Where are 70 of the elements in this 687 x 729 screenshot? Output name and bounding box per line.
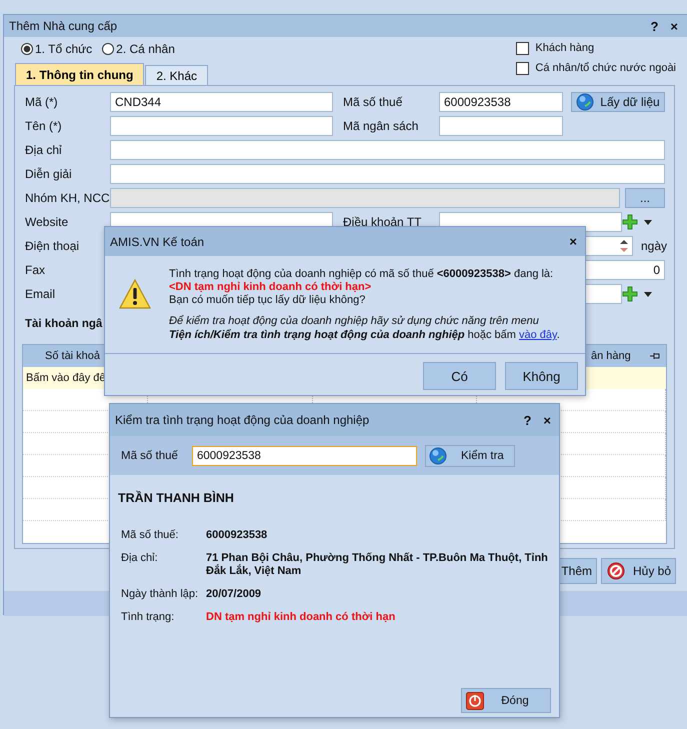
field-label: Nhóm KH, NCC	[25, 191, 110, 205]
field-label: Website	[25, 215, 70, 229]
close-button[interactable]: ×	[569, 234, 577, 249]
field-label: Mã ngân sách	[343, 119, 420, 133]
detail-label: Mã số thuế:	[121, 529, 180, 542]
field-label: Email	[25, 287, 56, 301]
radio-label[interactable]: 1. Tổ chức	[35, 42, 92, 56]
company-name: TRẦN THANH BÌNH	[118, 491, 235, 505]
globe-icon	[429, 446, 447, 464]
detail-label: Ngày thành lập:	[121, 588, 200, 601]
radio-label[interactable]: 2. Cá nhân	[116, 42, 175, 56]
checkbox[interactable]: Khách hàng	[516, 41, 676, 55]
field-label: Mã số thuế	[343, 95, 404, 109]
caret-icon	[644, 220, 652, 224]
tab[interactable]: 2. Khác	[145, 65, 208, 85]
cancel-button[interactable]: Hủy bỏ	[601, 558, 676, 584]
tab[interactable]: 1. Thông tin chung	[15, 63, 144, 85]
fetch-data-button[interactable]: Lấy dữ liệu	[571, 92, 665, 112]
text-field[interactable]	[110, 116, 333, 136]
close-button[interactable]: ×	[543, 412, 551, 428]
help-button[interactable]: ?	[523, 412, 532, 428]
checkbox[interactable]: Cá nhân/tổ chức nước ngoài	[516, 61, 676, 75]
plus-icon	[622, 286, 638, 302]
section-title: Tài khoản ngâ	[25, 318, 103, 332]
field-label: Địa chỉ	[25, 143, 63, 157]
text-field[interactable]	[110, 140, 665, 160]
field-label: Fax	[25, 263, 46, 277]
warning-icon	[119, 279, 151, 309]
add-button[interactable]: Thêm	[559, 558, 597, 584]
check-button[interactable]: Kiểm tra	[425, 444, 515, 466]
link[interactable]: vào đây	[519, 329, 557, 341]
no-entry-icon	[607, 562, 625, 580]
close-button[interactable]: ×	[670, 18, 678, 34]
field-label: Mã (*)	[25, 95, 59, 109]
window-title: AMIS.VN Kế toán	[110, 234, 204, 248]
help-button[interactable]: ?	[650, 18, 658, 34]
pin-icon	[650, 352, 660, 360]
radio-button[interactable]	[21, 43, 33, 55]
globe-icon	[576, 93, 594, 111]
text-field[interactable]: CND344	[110, 92, 333, 112]
text-field[interactable]	[439, 116, 563, 136]
text-field[interactable]: 6000923538	[439, 92, 563, 112]
question-text: Bạn có muốn tiếp tục lấy dữ liệu không?	[169, 294, 366, 307]
window-title: Kiểm tra tình trạng hoạt động của doanh nghiệp	[115, 413, 370, 427]
detail-value: 6000923538	[206, 529, 268, 542]
window-title: Thêm Nhà cung cấp	[9, 19, 118, 33]
plus-icon	[622, 214, 638, 230]
message-text: Tình trạng hoạt động của doanh nghiệp có mã số thuế <6000923538> đang là:	[169, 268, 554, 281]
hint-text: Để kiểm tra hoạt động của doanh nghiệp hãy sử dụng chức năng trên menu Tiện ích/Kiểm tra tình trạng hoạt động của doanh nghiệp hoặc bấm vào đây.	[169, 314, 561, 342]
power-icon	[466, 692, 484, 710]
field-label: Diễn giải	[25, 167, 73, 181]
field-label: Mã số thuế	[121, 450, 179, 462]
detail-label: Tình trạng:	[121, 611, 176, 624]
field-label: Điều khoản TT	[343, 215, 422, 229]
yes-button[interactable]: Có	[423, 362, 496, 390]
detail-label: Địa chỉ:	[121, 552, 159, 566]
close-button[interactable]: Đóng	[461, 688, 551, 713]
no-button[interactable]: Không	[505, 362, 578, 390]
tax-code-field[interactable]: 6000923538	[192, 446, 417, 466]
detail-value: 20/07/2009	[206, 588, 262, 601]
field-label: Điện thoại	[25, 239, 80, 253]
detail-value: 71 Phan Bội Châu, Phường Thống Nhất - TP.Buôn Ma Thuột, Tỉnh Đắk Lắk, Việt Nam	[206, 552, 549, 578]
field-label: Tên (*)	[25, 119, 63, 133]
spin-arrows-icon	[618, 237, 630, 255]
caret-icon	[644, 292, 652, 296]
status-text: <DN tạm nghỉ kinh doanh có thời hạn>	[169, 281, 372, 294]
text-field[interactable]	[110, 164, 665, 184]
radio-button[interactable]	[102, 43, 114, 55]
unit-label: ngày	[641, 239, 668, 253]
detail-value: DN tạm nghỉ kinh doanh có thời hạn	[206, 611, 396, 624]
